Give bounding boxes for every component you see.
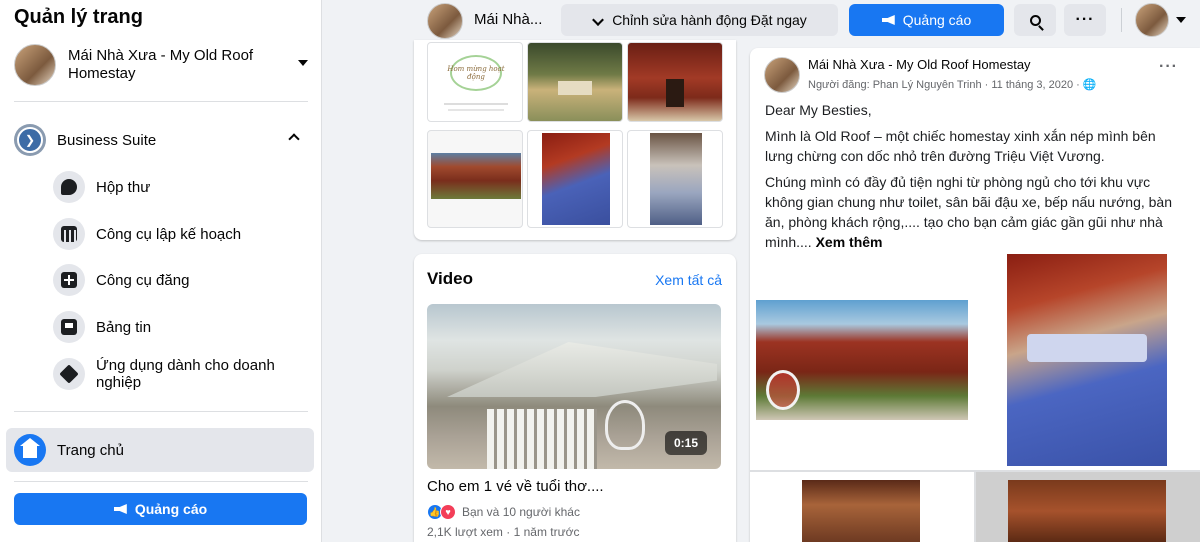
photo-thumbnail[interactable] [527,42,623,122]
caret-down-icon[interactable] [1176,17,1186,23]
post-meta-text: Người đăng: Phan Lý Nguyên Trinh · 11 th… [808,79,1080,91]
chevron-up-icon[interactable] [288,133,300,145]
video-frame-umbrella [447,342,717,397]
business-suite-icon: ❯ [14,124,46,156]
see-all-link[interactable]: Xem tất cả [655,272,722,288]
reactions-text: Bạn và 10 người khác [462,505,580,519]
business-suite-toggle[interactable]: ❯ Business Suite [14,124,308,156]
photo-thumbnail[interactable] [527,130,623,228]
post-paragraph: Mình là Old Roof – một chiếc homestay xi… [765,128,1156,164]
video-caption[interactable]: Cho em 1 vé về tuổi thơ.... [427,478,604,495]
love-icon: ♥ [440,504,456,520]
header-promote-label: Quảng cáo [902,12,972,28]
post-options-button[interactable]: ··· [1159,58,1178,76]
header-promote-button[interactable]: Quảng cáo [849,4,1004,36]
sidebar-item-label: Công cụ lập kế hoạch [96,225,242,243]
sidebar-title: Quản lý trang [14,6,143,28]
promote-button[interactable]: Quảng cáo [14,493,307,525]
photo-thumbnail[interactable] [627,42,723,122]
video-section-title: Video [427,269,473,288]
photo-thumbnail[interactable]: Hom mừng hoạt động [427,42,523,122]
post-photo[interactable] [802,480,920,542]
megaphone-icon [113,504,127,514]
edit-action-button[interactable]: Chỉnh sửa hành động Đặt ngay [561,4,838,36]
publishing-tools-icon [53,264,85,296]
page-management-sidebar: Quản lý trang Mái Nhà Xưa - My Old Roof … [0,0,322,542]
globe-icon: 🌐 [1082,79,1097,91]
post-photo[interactable] [1007,254,1167,466]
page-name: Mái Nhà Xưa - My Old Roof Homestay [68,47,254,82]
pencil-icon [592,14,605,26]
page-switcher[interactable]: Mái Nhà Xưa - My Old Roof Homestay [14,44,314,90]
business-suite-label: Business Suite [57,131,157,149]
divider [14,101,308,102]
divider [1121,8,1122,32]
sidebar-item-home[interactable]: Trang chủ [6,428,314,472]
more-icon: ··· [1075,11,1095,28]
post-photo[interactable] [756,300,968,420]
video-stats: 2,1K lượt xem · 1 năm trước [427,525,580,539]
promote-button-label: Quảng cáo [134,501,208,517]
post-paragraph: Chúng mình có đầy đủ tiện nghi từ phòng … [765,172,1185,252]
sidebar-item-label: Hộp thư [96,178,151,196]
more-options-button[interactable]: ··· [1064,4,1106,36]
page-avatar [14,44,56,86]
sidebar-item-inbox[interactable]: Hộp thư [53,169,315,205]
post-paragraph: Dear My Besties, [765,102,872,118]
search-button[interactable] [1014,4,1056,36]
sidebar-item-label: Bảng tin [96,318,152,336]
photo-thumbnail[interactable] [627,130,723,228]
photo-thumbnail[interactable] [427,130,523,228]
divider [14,411,308,412]
post-meta: Người đăng: Phan Lý Nguyên Trinh · 11 th… [808,78,1097,91]
page-header-bar: Mái Nhà... Chỉnh sửa hành động Đặt ngay … [323,0,1200,40]
search-icon [1029,14,1041,26]
video-card: Video Xem tất cả 0:15 Cho em 1 vé về tuổ… [414,254,736,542]
sidebar-item-planner[interactable]: Công cụ lập kế hoạch [53,216,315,252]
sidebar-item-label: Trang chủ [57,441,124,459]
megaphone-icon [881,15,895,25]
sidebar-item-publishing-tools[interactable]: Công cụ đăng [53,262,315,298]
divider [14,481,308,482]
edit-action-label: Chỉnh sửa hành động Đặt ngay [612,12,807,28]
thumbnail-caption: Hom mừng hoạt động [447,65,505,81]
inbox-icon [53,171,85,203]
post-card: Mái Nhà Xưa - My Old Roof Homestay Người… [750,48,1200,542]
sidebar-item-news-feed[interactable]: Bảng tin [53,309,315,345]
home-icon [14,434,46,466]
video-duration: 0:15 [664,431,707,455]
post-photo[interactable] [976,472,1200,542]
video-thumbnail[interactable]: 0:15 [427,304,721,469]
post-text: Dear My Besties, Mình là Old Roof – một … [765,100,1185,258]
reactions-summary[interactable]: 👍 ♥ Bạn và 10 người khác [427,504,580,520]
sidebar-item-label: Ứng dụng dành cho doanh nghiệp [96,357,275,391]
header-page-avatar[interactable] [427,3,463,39]
post-author-name[interactable]: Mái Nhà Xưa - My Old Roof Homestay [808,57,1031,72]
post-author-avatar[interactable] [764,57,800,93]
photos-card: Hom mừng hoạt động [414,40,736,240]
news-feed-icon [53,311,85,343]
business-apps-icon [53,358,85,390]
header-page-name[interactable]: Mái Nhà... [474,11,542,28]
sidebar-item-label: Công cụ đăng [96,271,190,289]
planner-icon [53,218,85,250]
video-frame-fence [487,409,597,469]
caret-down-icon[interactable] [298,60,308,66]
post-photo-grid [750,248,1200,542]
sidebar-item-business-apps[interactable]: Ứng dụng dành cho doanh nghiệp [53,356,315,392]
profile-avatar[interactable] [1135,3,1169,37]
